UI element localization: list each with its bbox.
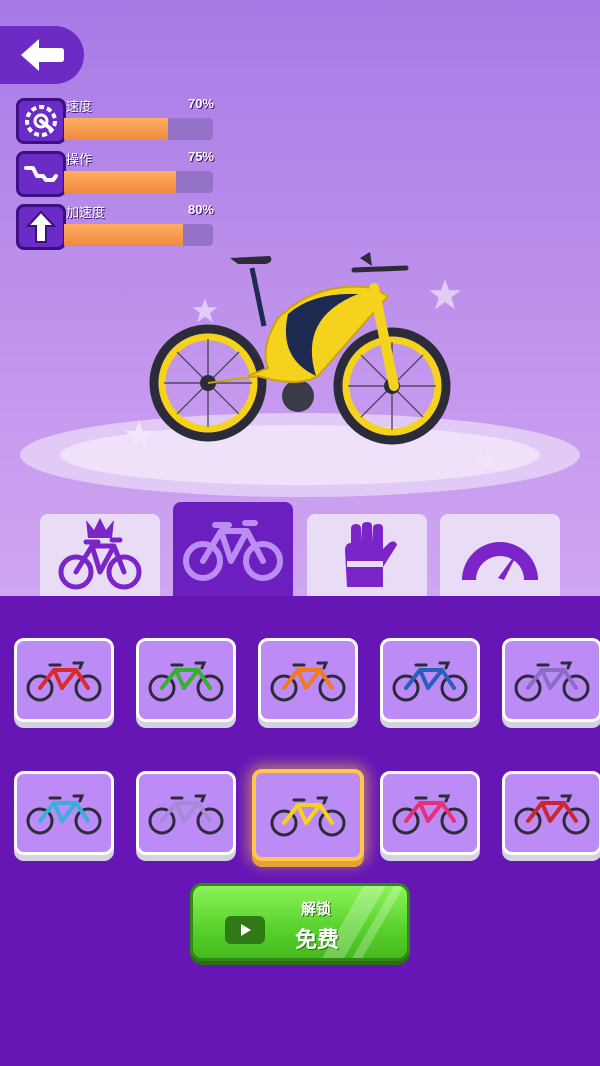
glove-icon [345, 522, 397, 587]
stat-speed: 速度 70% [16, 96, 216, 146]
bike-icon [183, 520, 283, 581]
stat-label: 速度 [66, 99, 93, 114]
star-icon [476, 450, 498, 471]
bike-card[interactable] [136, 771, 236, 855]
handling-icon [16, 151, 66, 197]
bike-thumbnail-icon [26, 661, 102, 702]
bike-card[interactable] [14, 638, 114, 722]
bike-card[interactable] [252, 769, 364, 861]
bike-card[interactable] [380, 638, 480, 722]
speedometer-icon [16, 98, 66, 144]
bike-thumbnail-icon [148, 794, 224, 835]
unlock-title: 解锁 [301, 901, 332, 918]
bike-thumbnail-icon [392, 661, 468, 702]
bike-thumbnail-icon [270, 796, 346, 837]
back-button[interactable] [0, 26, 84, 84]
tab-premium-bikes[interactable] [40, 514, 160, 596]
showroom: 速度 70% 操作 75% 加速度 80% [0, 0, 600, 596]
crown-bike-icon [58, 518, 142, 590]
gauge-icon [462, 542, 538, 580]
stat-label: 操作 [66, 152, 93, 167]
back-arrow-icon [21, 39, 64, 71]
stat-value: 70% [187, 96, 214, 111]
tab-speedometer[interactable] [440, 514, 560, 596]
bike-thumbnail-icon [148, 661, 224, 702]
stat-bar [64, 118, 213, 140]
bike-card[interactable] [136, 638, 236, 722]
tab-gloves[interactable] [307, 514, 427, 596]
tab-bikes[interactable] [173, 502, 293, 596]
stat-value: 80% [187, 202, 214, 217]
unlock-price: 免费 [295, 927, 340, 952]
stat-acceleration: 加速度 80% [16, 202, 216, 252]
stat-bar [64, 171, 213, 193]
bike-thumbnail-icon [270, 661, 346, 702]
video-ad-icon [225, 916, 265, 944]
bike-card[interactable] [258, 638, 358, 722]
bike-card[interactable] [502, 638, 600, 722]
stat-value: 75% [187, 149, 214, 164]
stat-bar [64, 224, 213, 246]
selected-bike-preview [149, 252, 451, 445]
bike-card[interactable] [14, 771, 114, 855]
arrow-up-icon [16, 204, 66, 250]
stat-handling: 操作 75% [16, 149, 216, 199]
bike-thumbnail-icon [514, 661, 590, 702]
stat-label: 加速度 [66, 205, 106, 220]
bike-card[interactable] [380, 771, 480, 855]
unlock-free-button[interactable]: 解锁 免费 [190, 883, 410, 961]
bike-thumbnail-icon [392, 794, 468, 835]
bike-thumbnail-icon [26, 794, 102, 835]
bike-thumbnail-icon [514, 794, 590, 835]
bike-card[interactable] [502, 771, 600, 855]
